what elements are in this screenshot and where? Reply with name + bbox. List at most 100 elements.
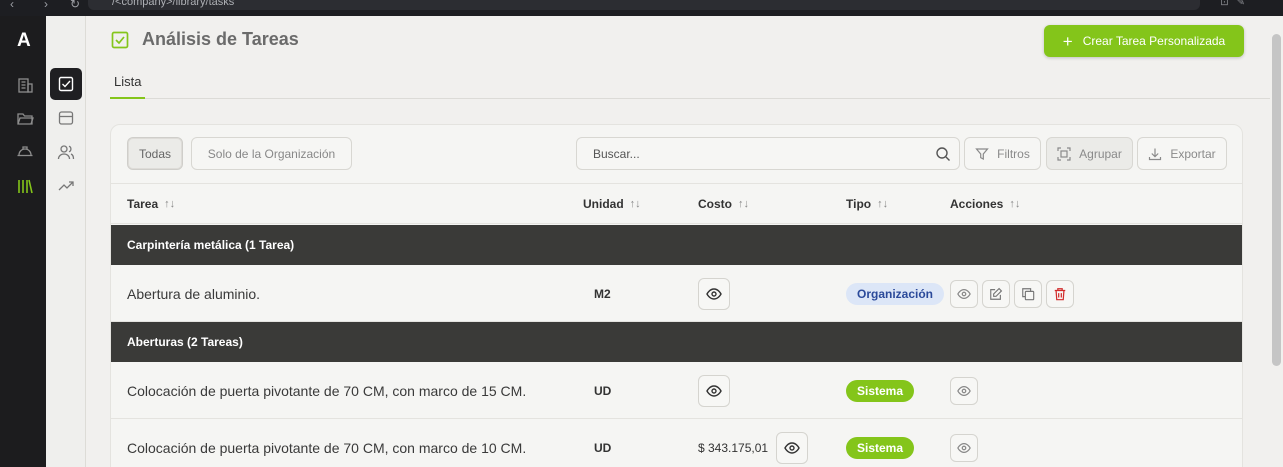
task-unit: M2	[594, 286, 611, 301]
export-label: Exportar	[1170, 146, 1216, 161]
materials-nav-item[interactable]	[50, 102, 82, 134]
checkbox-icon	[111, 31, 129, 48]
group-header[interactable]: Aberturas (2 Tareas)	[111, 322, 1242, 362]
create-task-label: Crear Tarea Personalizada	[1082, 34, 1226, 48]
type-badge: Sistema	[846, 436, 915, 459]
address-bar[interactable]: /<company>/library/tasks	[88, 0, 1200, 10]
browser-toolbar: ‹ › ↻ /<company>/library/tasks ⊡✎	[0, 0, 1283, 16]
analytics-nav-item[interactable]	[50, 170, 82, 202]
filters-button[interactable]: Filtros	[964, 137, 1041, 170]
eye-icon	[957, 442, 971, 453]
edit-icon	[990, 287, 1003, 300]
row-actions	[950, 265, 1074, 322]
trending-up-icon	[58, 181, 74, 191]
trash-icon	[1054, 287, 1066, 300]
group-button[interactable]: Agrupar	[1046, 137, 1133, 170]
delete-button[interactable]	[1046, 279, 1074, 308]
main-content: Análisis de Tareas + Crear Tarea Persona…	[86, 16, 1270, 467]
users-icon	[57, 145, 75, 160]
table-row[interactable]: Colocación de puerta pivotante de 70 CM,…	[111, 419, 1242, 467]
export-button[interactable]: Exportar	[1137, 137, 1227, 170]
column-header-unit[interactable]: Unidad ↑↓	[583, 197, 641, 211]
download-icon	[1149, 148, 1162, 160]
type-badge: Sistema	[846, 379, 915, 402]
task-cost	[698, 265, 730, 322]
reload-icon[interactable]: ↻	[70, 0, 80, 10]
task-name: Colocación de puerta pivotante de 70 CM,…	[127, 439, 527, 456]
search-icon	[936, 147, 950, 161]
group-icon	[1057, 146, 1071, 161]
sort-icon: ↑↓	[1009, 198, 1021, 210]
task-unit: UD	[594, 440, 612, 455]
scrollbar-thumb[interactable]	[1272, 34, 1281, 366]
eye-icon	[706, 384, 722, 397]
task-cost	[698, 362, 730, 419]
filter-all-button[interactable]: Todas	[127, 137, 183, 170]
primary-sidebar: A	[0, 16, 46, 467]
table-row[interactable]: Abertura de aluminio. M2 Organización	[111, 265, 1242, 322]
task-cost: $ 343.175,01	[698, 419, 809, 467]
tab-list[interactable]: Lista	[110, 70, 146, 99]
view-button[interactable]	[950, 376, 978, 405]
column-header-task[interactable]: Tarea ↑↓	[127, 197, 175, 211]
secondary-sidebar	[46, 16, 86, 467]
filter-icon	[975, 147, 989, 160]
sort-icon: ↑↓	[629, 198, 641, 210]
forward-icon[interactable]: ›	[44, 0, 48, 10]
task-type: Sistema	[846, 419, 915, 467]
row-actions	[950, 419, 978, 467]
tab-bar: Lista	[110, 70, 1270, 99]
sort-icon: ↑↓	[877, 198, 889, 210]
filters-label: Filtros	[997, 146, 1030, 161]
view-cost-button[interactable]	[698, 277, 730, 310]
app-logo[interactable]: A	[17, 30, 31, 52]
column-header-cost[interactable]: Costo ↑↓	[698, 197, 749, 211]
task-name: Colocación de puerta pivotante de 70 CM,…	[127, 382, 527, 399]
sort-icon: ↑↓	[164, 198, 176, 210]
building-icon[interactable]	[16, 76, 34, 94]
view-cost-button[interactable]	[776, 431, 809, 464]
sort-icon: ↑↓	[738, 198, 749, 210]
type-badge: Organización	[846, 282, 945, 305]
filter-organization-button[interactable]: Solo de la Organización	[191, 137, 352, 170]
cost-value: $ 343.175,01	[698, 440, 769, 455]
table-header: Tarea ↑↓ Unidad ↑↓ Costo ↑↓ Tipo ↑↓ Acciones…	[111, 183, 1242, 224]
task-name: Abertura de aluminio.	[127, 285, 261, 302]
task-type: Organización	[846, 265, 945, 322]
create-task-button[interactable]: + Crear Tarea Personalizada	[1044, 25, 1244, 57]
search-placeholder: Buscar...	[593, 146, 640, 161]
group-label: Agrupar	[1079, 146, 1122, 161]
column-header-type[interactable]: Tipo ↑↓	[846, 197, 888, 211]
eye-icon	[706, 287, 722, 300]
column-header-actions[interactable]: Acciones ↑↓	[950, 197, 1020, 211]
hard-hat-icon[interactable]	[16, 143, 34, 161]
group-header[interactable]: Carpintería metálica (1 Tarea)	[111, 225, 1242, 265]
search-input[interactable]: Buscar...	[576, 137, 960, 170]
plus-icon: +	[1062, 31, 1073, 51]
eye-icon	[957, 288, 971, 299]
eye-icon	[957, 385, 971, 396]
edit-button[interactable]	[982, 279, 1010, 308]
library-icon[interactable]	[16, 177, 34, 195]
view-cost-button[interactable]	[698, 374, 730, 407]
table-row[interactable]: Colocación de puerta pivotante de 70 CM,…	[111, 362, 1242, 419]
task-type: Sistema	[846, 362, 915, 419]
checkbox-icon	[58, 76, 74, 92]
scrollbar[interactable]	[1270, 16, 1283, 467]
view-button[interactable]	[950, 279, 978, 308]
duplicate-button[interactable]	[1014, 279, 1042, 308]
page-title: Análisis de Tareas	[142, 29, 299, 49]
browser-extension-icons[interactable]: ⊡✎	[1220, 0, 1253, 8]
eye-icon	[784, 441, 800, 454]
row-actions	[950, 362, 978, 419]
package-icon	[58, 111, 74, 125]
tasks-card: Todas Solo de la Organización Buscar... …	[110, 124, 1243, 467]
task-unit: UD	[594, 383, 612, 398]
back-icon[interactable]: ‹	[10, 0, 14, 10]
view-button[interactable]	[950, 433, 978, 462]
page-header: Análisis de Tareas	[110, 29, 299, 50]
labor-nav-item[interactable]	[50, 136, 82, 168]
copy-icon	[1022, 287, 1035, 300]
tasks-nav-item[interactable]	[50, 68, 82, 100]
folder-open-icon[interactable]	[16, 109, 34, 127]
